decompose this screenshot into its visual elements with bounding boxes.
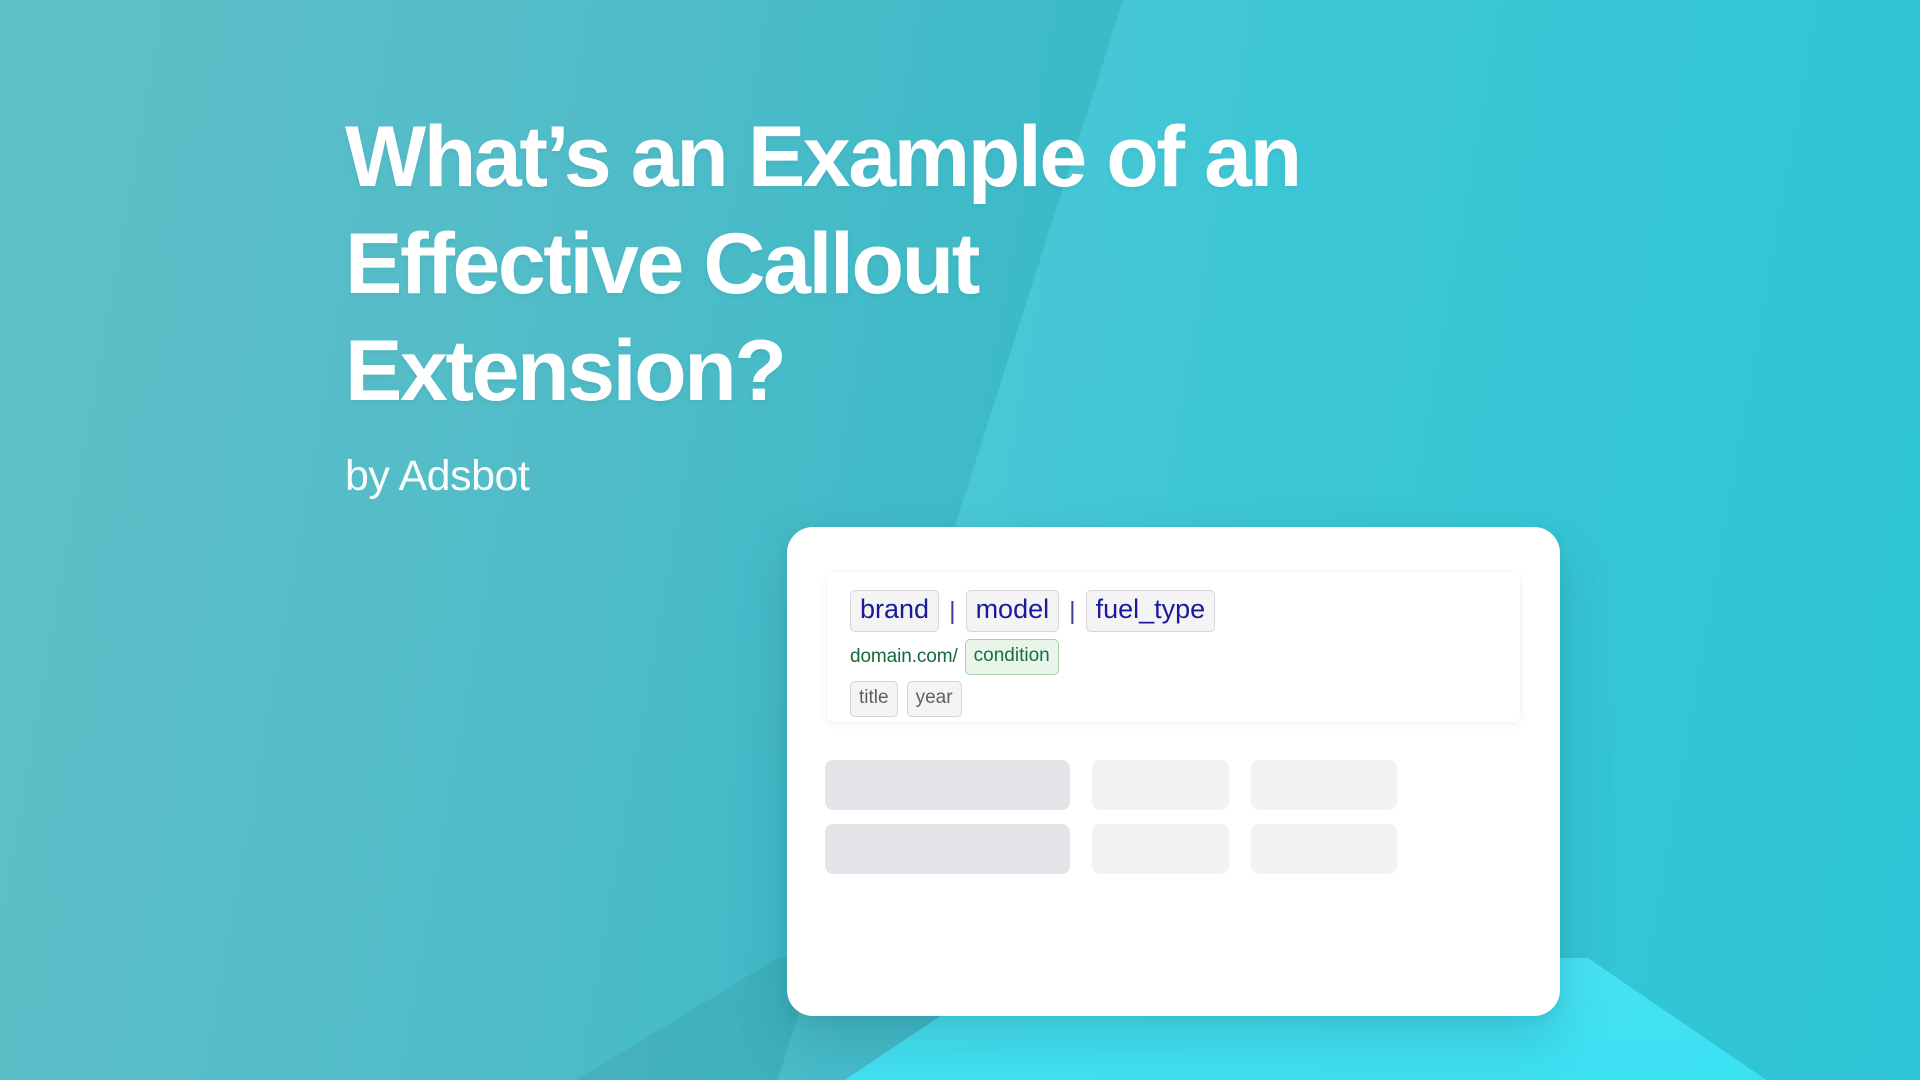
page-title-line-2: Effective Callout [345,216,980,312]
ad-url-token-condition[interactable]: condition [964,639,1059,675]
ad-headline-token-fuel-type[interactable]: fuel_type [1085,590,1216,632]
skeleton-block [1092,760,1229,810]
ad-description-token-title[interactable]: title [850,681,898,717]
skeleton-block [1251,824,1397,874]
ad-headline-row: brand | model | fuel_type [850,590,1216,632]
ad-description-token-year[interactable]: year [906,681,962,717]
skeleton-placeholder-grid [825,760,1525,874]
byline: by Adsbot [345,452,530,500]
ad-headline-token-brand[interactable]: brand [850,590,940,632]
slide-canvas: What’s an Example of an Effective Callou… [0,0,1920,1080]
page-title: What’s an Example of an Effective Callou… [345,104,1415,425]
ad-preview-panel: brand | model | fuel_type domain.com/ co… [827,572,1520,722]
ad-preview-card: brand | model | fuel_type domain.com/ co… [787,527,1560,1016]
ad-description-row: title year [850,681,1215,717]
page-title-line-1: What’s an Example of an [345,109,1302,205]
skeleton-block [825,760,1070,810]
ad-preview-content: brand | model | fuel_type domain.com/ co… [850,590,1216,717]
skeleton-block [1251,760,1397,810]
ad-headline-separator-1: | [949,596,956,625]
ad-display-url-prefix: domain.com/ [850,646,958,667]
page-title-line-3: Extension? [345,323,787,419]
ad-headline-separator-2: | [1069,596,1076,625]
ad-display-url-row: domain.com/ condition [850,639,1215,675]
skeleton-block [825,824,1070,874]
ad-headline-token-model[interactable]: model [965,590,1060,632]
skeleton-block [1092,824,1229,874]
